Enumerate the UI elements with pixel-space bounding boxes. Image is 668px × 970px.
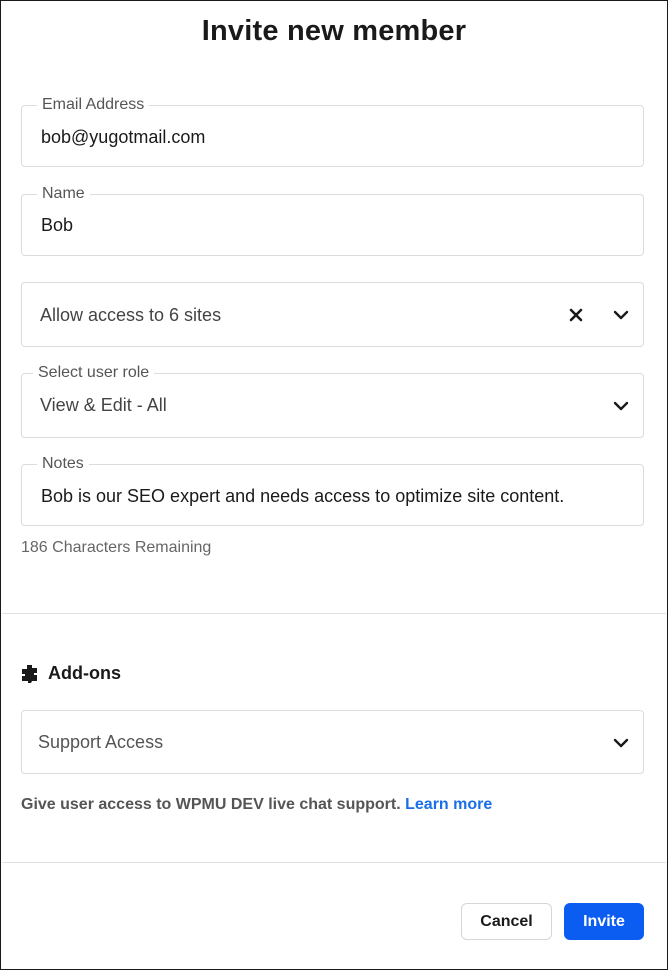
chevron-down-icon[interactable] xyxy=(612,306,630,324)
notes-field-label: Notes xyxy=(37,454,89,474)
user-role-select[interactable]: Select user role View & Edit - All xyxy=(21,363,644,438)
notes-characters-remaining: 186 Characters Remaining xyxy=(21,539,212,556)
support-note-text: Give user access to WPMU DEV live chat s… xyxy=(21,796,406,813)
site-access-value: Allow access to 6 sites xyxy=(40,305,222,325)
addons-heading: Add-ons xyxy=(21,663,121,684)
footer-divider xyxy=(2,862,666,863)
email-field-label: Email Address xyxy=(37,95,150,115)
support-access-value: Support Access xyxy=(38,732,164,752)
invite-member-dialog: Invite new member Email Address bob@yugo… xyxy=(0,0,668,970)
email-field-value: bob@yugotmail.com xyxy=(41,127,206,147)
name-field-value: Bob xyxy=(41,215,74,235)
support-access-select[interactable]: Support Access xyxy=(21,710,644,774)
user-role-label: Select user role xyxy=(33,363,155,383)
name-field[interactable]: Name Bob xyxy=(21,184,644,256)
close-icon[interactable] xyxy=(569,308,583,322)
notes-field[interactable]: Notes Bob is our SEO expert and needs ac… xyxy=(21,454,644,526)
user-role-value: View & Edit - All xyxy=(40,395,167,415)
invite-button[interactable]: Invite xyxy=(564,903,644,940)
learn-more-link[interactable]: Learn more xyxy=(405,796,492,813)
addons-heading-label: Add-ons xyxy=(48,663,121,683)
site-access-select[interactable]: Allow access to 6 sites xyxy=(21,282,644,347)
puzzle-icon xyxy=(22,664,37,683)
support-access-note: Give user access to WPMU DEV live chat s… xyxy=(21,796,492,814)
dialog-title: Invite new member xyxy=(201,15,467,47)
email-field[interactable]: Email Address bob@yugotmail.com xyxy=(21,95,644,167)
name-field-label: Name xyxy=(37,184,90,204)
cancel-button[interactable]: Cancel xyxy=(461,903,552,940)
chevron-down-icon[interactable] xyxy=(612,734,630,752)
notes-field-value: Bob is our SEO expert and needs access t… xyxy=(41,486,565,506)
section-divider xyxy=(2,613,666,614)
chevron-down-icon[interactable] xyxy=(612,397,630,415)
